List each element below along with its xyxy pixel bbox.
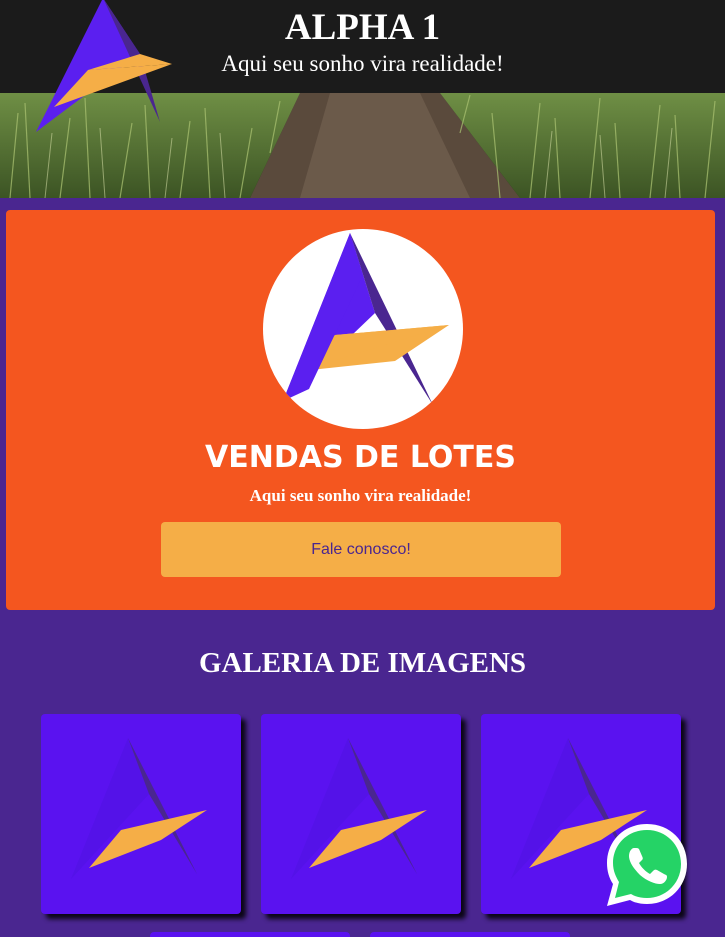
contact-button[interactable]: Fale conosco! (161, 522, 561, 577)
alpha-logo-icon (283, 233, 449, 405)
alpha-logo-icon (71, 738, 207, 879)
gallery-image[interactable] (150, 932, 350, 937)
gallery-image[interactable] (261, 714, 461, 914)
whatsapp-icon[interactable] (600, 818, 694, 912)
hero-logo-badge (263, 229, 463, 429)
hero-card: VENDAS DE LOTES Aqui seu sonho vira real… (6, 210, 715, 610)
gallery-title: GALERIA DE IMAGENS (198, 647, 527, 679)
alpha-logo-icon (291, 738, 427, 879)
hero-title: VENDAS DE LOTES (205, 440, 516, 475)
gallery-image[interactable] (370, 932, 570, 937)
gallery-image[interactable] (41, 714, 241, 914)
alpha-logo-icon[interactable] (36, 0, 178, 132)
hero-subtitle: Aqui seu sonho vira realidade! (249, 486, 472, 505)
